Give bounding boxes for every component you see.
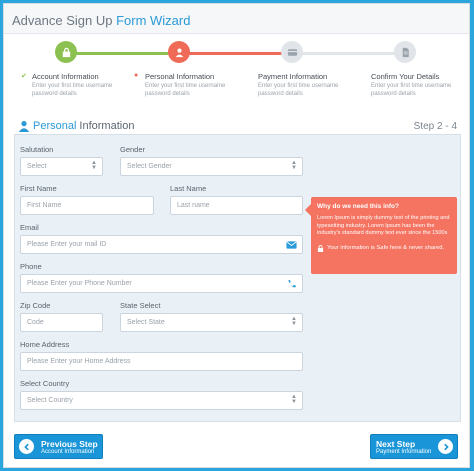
previous-step-label: Previous Step (41, 439, 98, 449)
envelope-icon (286, 241, 297, 249)
phone-icon (288, 280, 296, 288)
step-counter: Step 2 - 4 (413, 121, 457, 132)
lock-icon (62, 47, 70, 57)
select-caret-icon: ▲ ▼ (91, 160, 97, 171)
select-caret-icon: ▲ ▼ (291, 394, 297, 405)
state-select[interactable]: Select State ▲ ▼ (120, 313, 303, 332)
gender-label: Gender (120, 145, 146, 154)
wizard-header: Advance Sign Up Form Wizard (4, 4, 469, 34)
header-title-accent: Form Wizard (116, 13, 191, 28)
gender-select[interactable]: Select Gender ▲ ▼ (120, 157, 303, 176)
section-title: Personal Information (18, 120, 134, 132)
country-label: Select Country (20, 379, 70, 388)
address-label: Home Address (20, 340, 70, 349)
tooltip-body: Lorem Ipsum is simply dummy text of the … (317, 215, 450, 236)
next-step-label: Next Step (376, 439, 416, 449)
step-connector-3 (292, 52, 405, 55)
address-input[interactable]: Please Enter your Home Address (20, 352, 303, 371)
dot-icon: ● (134, 72, 139, 79)
last-name-label: Last Name (170, 184, 207, 193)
section-header: Personal Information Step 2 - 4 (4, 114, 469, 136)
step-3-circle[interactable] (281, 41, 303, 63)
previous-step-sublabel: Account Information (41, 449, 95, 455)
step-1-title: ✔ Account Information (21, 72, 99, 81)
step-3-title: Payment Information (258, 72, 328, 81)
next-step-sublabel: Payment Information (376, 449, 432, 455)
lock-icon (317, 244, 324, 252)
chevron-right-icon (438, 439, 453, 454)
step-connector-2 (179, 52, 292, 55)
user-icon (18, 121, 30, 132)
step-1-circle[interactable] (55, 41, 77, 63)
select-caret-icon: ▲ ▼ (291, 160, 297, 171)
personal-info-form: Salutation Select ▲ ▼ Gender Select Gende… (14, 134, 461, 422)
step-3-desc: Enter your first time username password … (258, 83, 339, 97)
zip-input[interactable]: Code (20, 313, 103, 332)
step-2-title: ● Personal Information (134, 72, 215, 81)
document-icon (402, 47, 409, 57)
previous-step-button[interactable]: Previous Step Account Information (14, 434, 103, 459)
phone-label: Phone (20, 262, 42, 271)
step-4-circle[interactable] (394, 41, 416, 63)
step-1-desc: Enter your first time username password … (32, 83, 113, 97)
info-tooltip: Why do we need this info? Lorem Ipsum is… (305, 197, 457, 274)
zip-label: Zip Code (20, 301, 51, 310)
phone-field[interactable]: Please Enter your Phone Number (20, 274, 303, 293)
progress-steps: ✔ Account Information Enter your first ti… (4, 34, 469, 108)
chevron-left-icon (19, 439, 34, 454)
email-field[interactable]: Please Enter your mail ID (20, 235, 303, 254)
tooltip-title: Why do we need this info? (317, 203, 399, 210)
salutation-label: Salutation (20, 145, 54, 154)
last-name-input[interactable]: Last name (170, 196, 303, 215)
header-title: Advance Sign Up (12, 13, 117, 28)
next-step-button[interactable]: Next Step Payment Information (370, 434, 458, 459)
salutation-select[interactable]: Select ▲ ▼ (20, 157, 103, 176)
select-caret-icon: ▲ ▼ (291, 316, 297, 327)
country-select[interactable]: Select Country ▲ ▼ (20, 391, 303, 410)
step-4-title: Confirm Your Details (371, 72, 440, 81)
first-name-label: First Name (20, 184, 57, 193)
step-connector-1 (66, 52, 179, 55)
step-2-circle[interactable] (168, 41, 190, 63)
check-icon: ✔ (21, 73, 27, 80)
credit-card-icon (287, 48, 297, 56)
step-2-desc: Enter your first time username password … (145, 83, 226, 97)
tooltip-footer: Your information is Safe here & never sh… (317, 244, 451, 252)
wizard-panel: Advance Sign Up Form Wizard ✔ Account Inf… (3, 3, 470, 468)
state-label: State Select (120, 301, 161, 310)
first-name-input[interactable]: First Name (20, 196, 154, 215)
email-label: Email (20, 223, 39, 232)
user-icon (175, 48, 183, 57)
step-4-desc: Enter your first time username password … (371, 83, 452, 97)
